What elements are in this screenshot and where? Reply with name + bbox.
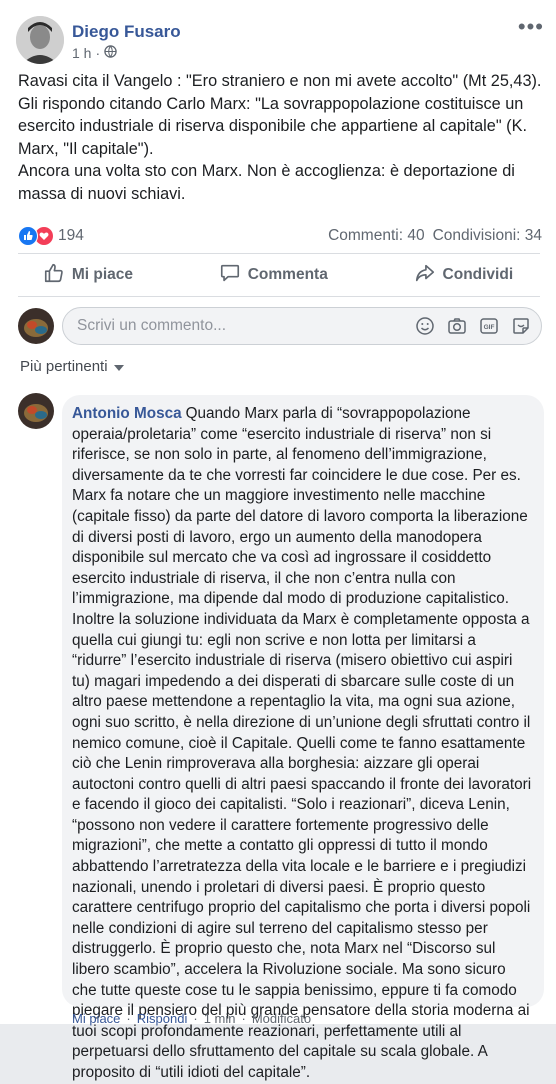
share-button[interactable]: Condividi: [394, 256, 534, 295]
meta-separator: ·: [95, 45, 101, 61]
post-card: Diego Fusaro 1 h · ••• Ravasi cita il Va…: [0, 0, 556, 1081]
more-icon[interactable]: •••: [518, 16, 544, 38]
thumbs-up-icon: [43, 262, 65, 289]
commenter-name[interactable]: Antonio Mosca: [72, 405, 182, 422]
emoji-icon[interactable]: [415, 316, 435, 336]
like-button-label: Mi piace: [71, 266, 134, 283]
current-user-avatar[interactable]: [18, 308, 54, 344]
comment-icon: [219, 262, 241, 289]
post-actions: Mi piace Commenta Condividi: [0, 255, 556, 295]
author-avatar[interactable]: [16, 16, 64, 64]
like-reaction-icon: [18, 226, 38, 246]
caret-down-icon: [113, 358, 124, 375]
comment-button-label: Commenta: [247, 266, 328, 283]
sticker-icon[interactable]: [511, 316, 531, 336]
engagement-counts: Commenti: 40 Condivisioni: 34: [328, 227, 542, 245]
commenter-avatar[interactable]: [18, 393, 54, 429]
post-text-line: Ravasi cita il Vangelo : "Ero straniero …: [18, 72, 542, 90]
reactions-summary[interactable]: 194: [18, 226, 84, 246]
divider: [18, 253, 540, 254]
divider: [18, 296, 540, 297]
like-button[interactable]: Mi piace: [23, 256, 153, 295]
share-icon: [414, 262, 436, 289]
shares-count[interactable]: Condivisioni: 34: [433, 227, 542, 245]
comment-sort-dropdown[interactable]: Più pertinenti: [20, 358, 124, 375]
comment-input[interactable]: [75, 316, 399, 336]
comments-count[interactable]: Commenti: 40: [328, 227, 424, 245]
camera-icon[interactable]: [447, 316, 467, 336]
comment-text: Quando Marx parla di “sovrappopolazione …: [72, 405, 532, 1081]
post-meta: 1 h ·: [72, 45, 117, 61]
share-button-label: Condividi: [442, 266, 514, 283]
comment-button[interactable]: Commenta: [199, 256, 348, 295]
post-author-name[interactable]: Diego Fusaro: [72, 22, 181, 42]
sort-label: Più pertinenti: [20, 358, 108, 375]
svg-text:GIF: GIF: [484, 324, 495, 331]
gif-icon[interactable]: GIF: [479, 316, 499, 336]
post-body: Ravasi cita il Vangelo : "Ero straniero …: [18, 70, 548, 205]
comment-body: Antonio Mosca Quando Marx parla di “sovra…: [72, 404, 534, 1084]
post-text-line: Gli rispondo citando Carlo Marx: "La sov…: [18, 94, 527, 158]
comment-composer[interactable]: GIF: [62, 307, 542, 345]
globe-icon: [104, 45, 117, 61]
reactions-count: 194: [58, 227, 84, 244]
post-time[interactable]: 1 h: [72, 45, 91, 61]
post-text-line: Ancora una volta sto con Marx. Non è acc…: [18, 162, 515, 203]
comment-bubble: Antonio Mosca Quando Marx parla di “sovra…: [62, 395, 544, 1081]
